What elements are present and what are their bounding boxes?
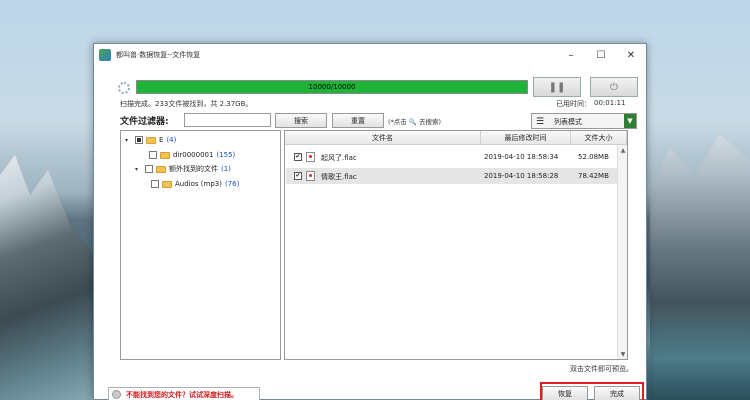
- filter-row: 文件过滤器: 搜索 重置 (*点击 🔍 去搜索) ☰ 列表模式 ▼: [120, 113, 640, 129]
- tree-checkbox[interactable]: [145, 165, 153, 173]
- progress-row: 10000/10000 ❚❚ ⏻: [118, 77, 638, 97]
- collapse-icon[interactable]: ▾: [135, 166, 142, 173]
- column-header-size[interactable]: 文件大小: [571, 131, 627, 145]
- file-row[interactable]: ✔ 情歌王.flac 2019-04-10 18:58:28 78.42MB: [286, 168, 626, 184]
- tree-node-extra[interactable]: ▾ 额外找到的文件 (1): [135, 163, 231, 175]
- audio-file-icon: [306, 171, 315, 181]
- search-button[interactable]: 搜索: [275, 113, 327, 128]
- tree-checkbox[interactable]: [151, 180, 159, 188]
- scroll-up-icon[interactable]: ▲: [618, 145, 628, 155]
- recovery-window: 都叫兽·数据恢复--文件恢复 – ☐ ✕ 10000/10000 ❚❚ ⏻ 扫描…: [93, 43, 647, 400]
- file-name: 情歌王.flac: [321, 173, 357, 181]
- file-name: 起风了.flac: [321, 154, 357, 162]
- title-bar[interactable]: 都叫兽·数据恢复--文件恢复 – ☐ ✕: [94, 44, 646, 66]
- scrollbar[interactable]: ▲ ▼: [617, 145, 627, 359]
- tree-label: dir0000001: [173, 151, 214, 159]
- file-list: 文件名 最后修改时间 文件大小 ✔ 起风了.flac 2019-04-10 18…: [284, 130, 628, 360]
- column-header-name[interactable]: 文件名: [285, 131, 481, 145]
- file-checkbox[interactable]: ✔: [294, 172, 302, 180]
- preview-hint: 双击文件即可预览。: [570, 365, 633, 373]
- close-button[interactable]: ✕: [616, 44, 646, 66]
- elapsed-value: 00:01:11: [594, 99, 626, 107]
- stop-button[interactable]: ⏻: [590, 77, 638, 97]
- recover-button[interactable]: 恢复: [542, 386, 588, 400]
- file-size: 52.08MB: [578, 153, 609, 161]
- audio-file-icon: [306, 152, 315, 162]
- file-row[interactable]: ✔ 起风了.flac 2019-04-10 18:58:34 52.08MB: [286, 149, 626, 165]
- progress-text: 10000/10000: [308, 83, 356, 91]
- tree-label: E: [159, 136, 164, 144]
- reset-button[interactable]: 重置: [332, 113, 384, 128]
- tree-node-dir0000001[interactable]: dir0000001 (155): [139, 149, 235, 161]
- finish-button[interactable]: 完成: [594, 386, 640, 400]
- tree-count: (155): [216, 151, 236, 159]
- spinner-icon: [118, 82, 130, 94]
- list-icon: ☰: [536, 117, 545, 127]
- search-hint: (*点击 🔍 去搜索): [388, 118, 442, 126]
- folder-icon: [156, 165, 166, 173]
- tree-label: Audios (mp3): [175, 180, 222, 188]
- tree-node-e[interactable]: ▾ E (4): [125, 134, 176, 146]
- file-modified: 2019-04-10 18:58:34: [484, 153, 559, 161]
- collapse-icon[interactable]: ▾: [125, 137, 132, 144]
- scroll-down-icon[interactable]: ▼: [618, 349, 628, 359]
- window-title: 都叫兽·数据恢复--文件恢复: [116, 51, 201, 59]
- stop-icon: ⏻: [610, 81, 618, 93]
- file-checkbox[interactable]: ✔: [294, 153, 302, 161]
- tree-count: (1): [221, 165, 231, 173]
- file-size: 78.42MB: [578, 172, 609, 180]
- filter-label: 文件过滤器:: [120, 117, 169, 127]
- question-icon: [112, 390, 121, 399]
- tree-checkbox[interactable]: [135, 136, 143, 144]
- pause-button[interactable]: ❚❚: [533, 77, 581, 97]
- maximize-button[interactable]: ☐: [586, 44, 616, 66]
- folder-tree: ▾ E (4) dir0000001 (155) ▾ 额外找到的文件 (1) A…: [120, 130, 281, 360]
- tree-node-audios[interactable]: Audios (mp3) (76): [151, 178, 239, 190]
- dropdown-arrow-icon[interactable]: ▼: [624, 114, 636, 128]
- background-mountain-right: [650, 134, 750, 400]
- tree-count: (4): [166, 136, 177, 144]
- folder-icon: [146, 136, 156, 144]
- pause-icon: ❚❚: [548, 81, 566, 93]
- filter-input[interactable]: [184, 113, 271, 127]
- minimize-button[interactable]: –: [556, 44, 586, 66]
- status-row: 扫描完成。233文件被找到，共 2.37GB。 已用时间： 00:01:11: [120, 99, 630, 109]
- view-mode-label: 列表模式: [554, 118, 582, 126]
- file-modified: 2019-04-10 18:58:28: [484, 172, 559, 180]
- progress-bar: 10000/10000: [136, 80, 528, 94]
- app-icon: [99, 49, 111, 61]
- scan-status: 扫描完成。233文件被找到，共 2.37GB。: [120, 100, 253, 108]
- background-mountain-left: [0, 155, 100, 400]
- column-header-modified[interactable]: 最后修改时间: [481, 131, 571, 145]
- folder-icon: [160, 151, 170, 159]
- tree-checkbox[interactable]: [149, 151, 157, 159]
- folder-icon: [162, 180, 172, 188]
- tree-label: 额外找到的文件: [169, 165, 218, 173]
- deep-scan-link[interactable]: 不能找到您的文件？试试深度扫描。: [108, 387, 260, 400]
- view-mode-select[interactable]: ☰ 列表模式 ▼: [531, 113, 637, 129]
- elapsed-label: 已用时间：: [556, 100, 591, 108]
- tree-count: (76): [224, 180, 240, 188]
- deep-scan-text: 不能找到您的文件？试试深度扫描。: [126, 391, 238, 399]
